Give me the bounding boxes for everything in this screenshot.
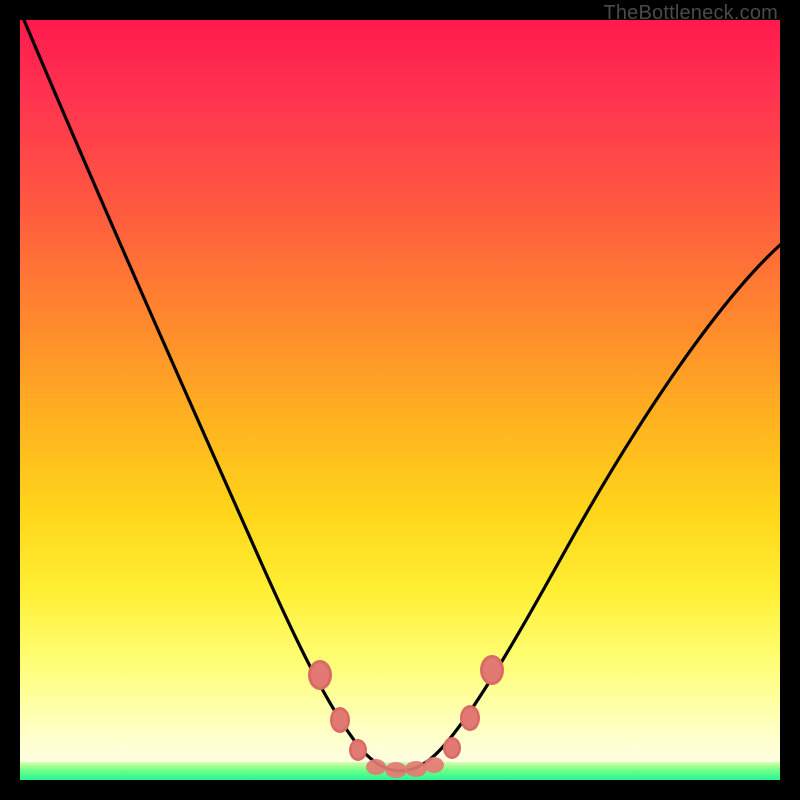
trough-markers (308, 655, 504, 778)
plot-area (20, 20, 780, 780)
chart-frame: TheBottleneck.com (0, 0, 800, 800)
bottleneck-curve (24, 20, 780, 771)
curve-layer (20, 20, 780, 780)
